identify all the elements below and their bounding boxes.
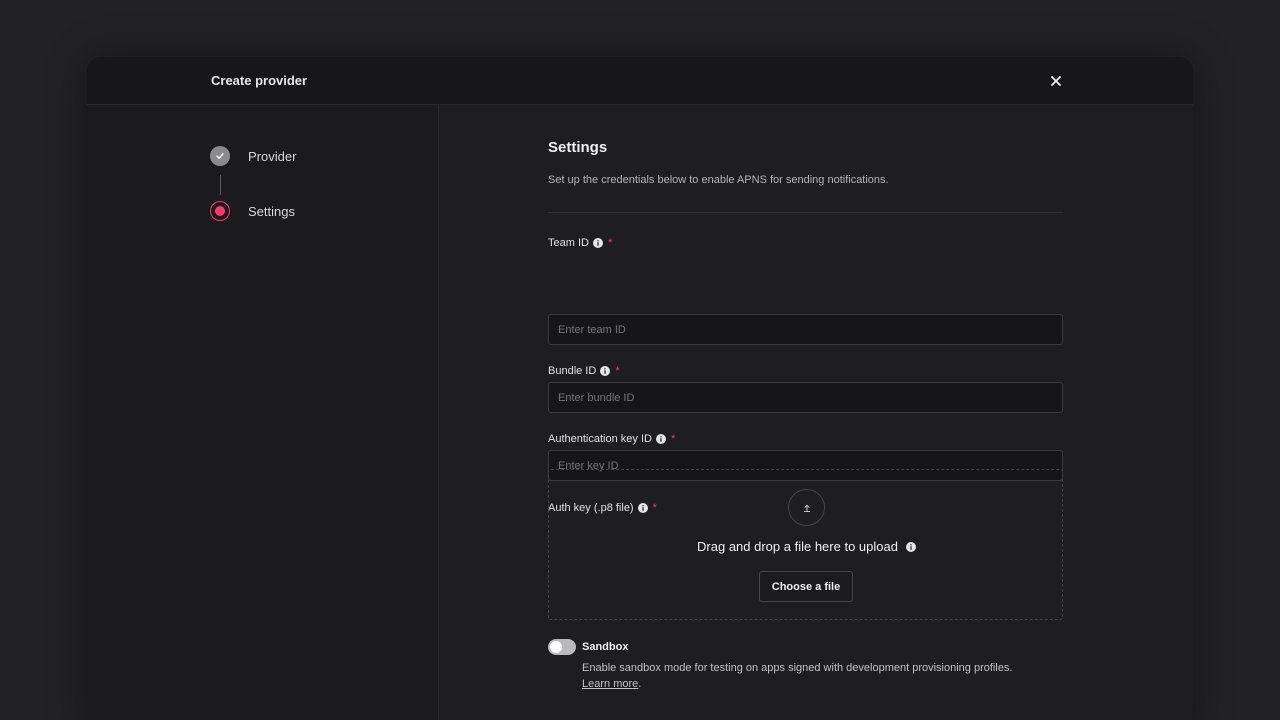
info-icon[interactable]: [655, 434, 666, 444]
dropzone-title-row: Drag and drop a file here to upload: [549, 539, 1064, 554]
required-marker: *: [615, 365, 620, 377]
modal-header: Create provider: [87, 57, 1193, 105]
close-icon: [1051, 76, 1061, 86]
check-icon: [216, 153, 224, 159]
upload-icon: [803, 504, 810, 512]
field-label-text: Bundle ID: [548, 365, 597, 377]
step-completed-indicator: [210, 146, 230, 166]
step-connector: [220, 175, 221, 195]
step-provider[interactable]: Provider: [210, 146, 296, 166]
sandbox-description: Enable sandbox mode for testing on apps …: [582, 662, 1013, 674]
step-settings[interactable]: Settings: [210, 201, 295, 221]
learn-more-link[interactable]: Learn more: [582, 678, 638, 690]
team-id-label: Team ID *: [548, 237, 612, 249]
field-label-text: Team ID: [548, 237, 589, 249]
sandbox-description-block: Enable sandbox mode for testing on apps …: [582, 660, 1052, 692]
file-dropzone[interactable]: Drag and drop a file here to upload Choo…: [548, 469, 1063, 620]
create-provider-modal: Create provider Provider Settings Settin…: [87, 57, 1193, 720]
close-button[interactable]: [1047, 72, 1065, 90]
choose-file-button[interactable]: Choose a file: [759, 571, 853, 602]
divider: [548, 212, 1063, 213]
required-marker: *: [670, 433, 676, 445]
info-icon[interactable]: [592, 238, 603, 248]
info-icon[interactable]: [600, 366, 611, 376]
field-label-text: Authentication key ID: [548, 433, 652, 445]
sandbox-label: Sandbox: [582, 641, 629, 653]
step-label: Provider: [248, 148, 297, 164]
info-icon[interactable]: [905, 541, 916, 552]
bundle-id-input[interactable]: [548, 382, 1063, 413]
toggle-knob: [550, 641, 562, 653]
active-dot: [215, 206, 225, 216]
sandbox-toggle[interactable]: [548, 639, 576, 655]
step-label: Settings: [248, 203, 295, 219]
wizard-sidebar: Provider Settings: [87, 105, 439, 720]
team-id-input[interactable]: [548, 314, 1063, 345]
link-suffix: .: [638, 678, 642, 690]
dropzone-title: Drag and drop a file here to upload: [697, 539, 898, 554]
step-active-indicator: [210, 201, 230, 221]
bundle-id-label: Bundle ID *: [548, 365, 620, 377]
required-marker: *: [607, 237, 613, 249]
upload-icon-container: [788, 489, 825, 526]
modal-title: Create provider: [211, 73, 308, 88]
page-title: Settings: [548, 139, 608, 156]
page-description: Set up the credentials below to enable A…: [548, 174, 889, 186]
auth-key-id-label: Authentication key ID *: [548, 433, 675, 445]
